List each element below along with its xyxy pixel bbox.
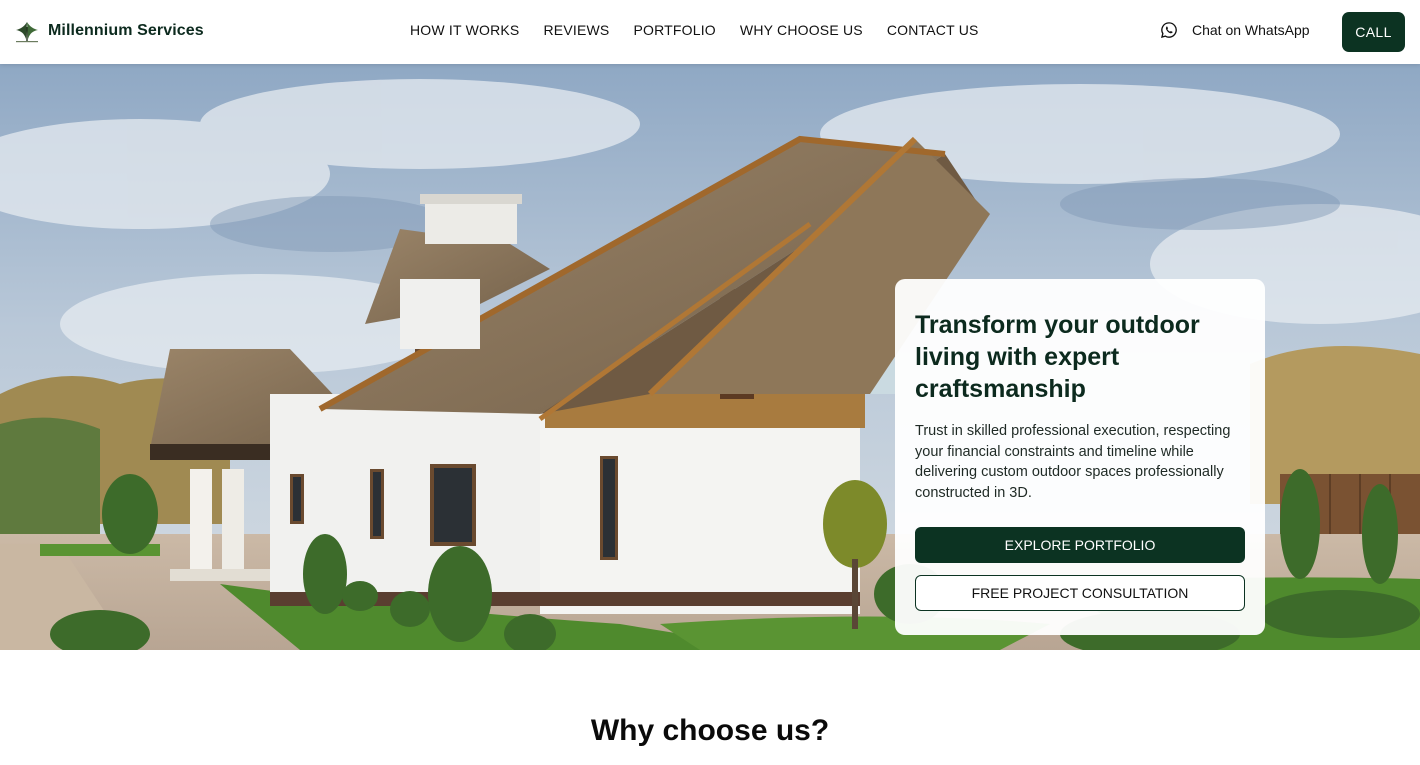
whatsapp-chat-link[interactable]: Chat on WhatsApp (1160, 21, 1310, 39)
hero-card: Transform your outdoor living with exper… (895, 279, 1265, 635)
call-button[interactable]: CALL (1342, 12, 1405, 52)
hero-description: Trust in skilled professional execution,… (915, 423, 1231, 501)
main-nav: HOW IT WORKS REVIEWS PORTFOLIO WHY CHOOS… (410, 22, 979, 38)
whatsapp-label: Chat on WhatsApp (1192, 22, 1310, 38)
nav-why-choose-us[interactable]: WHY CHOOSE US (740, 22, 863, 38)
brand-name: Millennium Services (48, 22, 204, 39)
free-consultation-button[interactable]: FREE PROJECT CONSULTATION (915, 575, 1245, 611)
nav-reviews[interactable]: REVIEWS (543, 22, 609, 38)
hero-section: Transform your outdoor living with exper… (0, 64, 1420, 650)
nav-how-it-works[interactable]: HOW IT WORKS (410, 22, 519, 38)
hero-title: Transform your outdoor living with exper… (915, 311, 1200, 403)
whatsapp-icon (1161, 22, 1177, 38)
nav-portfolio[interactable]: PORTFOLIO (633, 22, 715, 38)
site-header: Millennium Services HOW IT WORKS REVIEWS… (0, 0, 1420, 64)
leaf-logo-icon (16, 22, 38, 43)
nav-contact-us[interactable]: CONTACT US (887, 22, 979, 38)
why-choose-us-title: Why choose us? (590, 714, 830, 747)
explore-portfolio-button[interactable]: EXPLORE PORTFOLIO (915, 527, 1245, 563)
brand-link[interactable]: Millennium Services (14, 18, 204, 44)
